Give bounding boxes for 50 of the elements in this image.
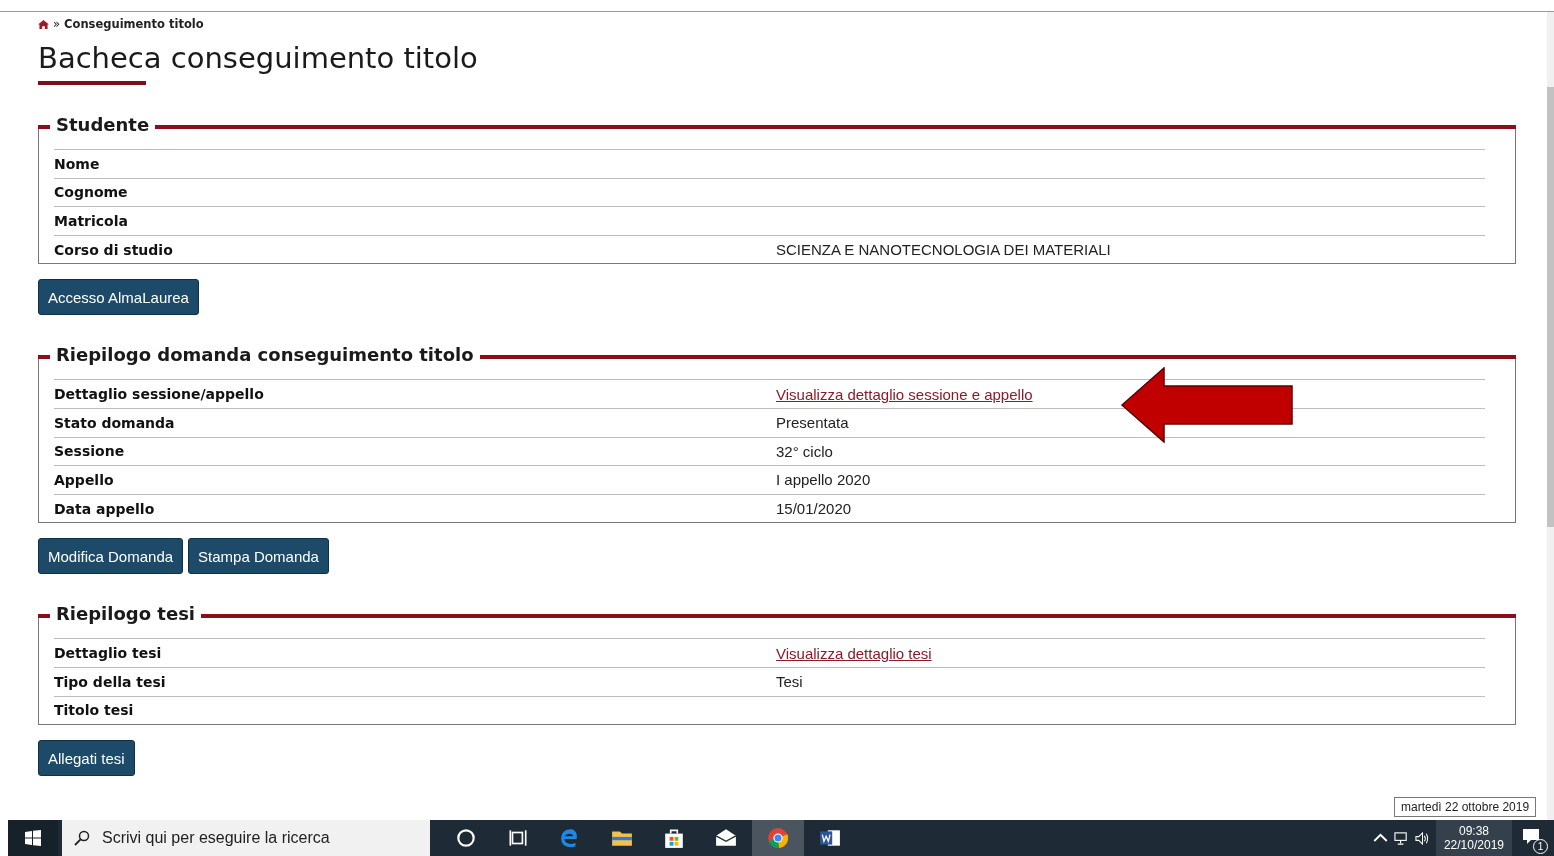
field-label: Stato domanda xyxy=(54,414,175,431)
scrollbar[interactable] xyxy=(1547,12,1554,820)
start-button[interactable] xyxy=(8,820,58,856)
detail-link[interactable]: Visualizza dettaglio tesi xyxy=(776,644,932,662)
home-icon[interactable] xyxy=(38,19,49,29)
field-label: Cognome xyxy=(54,184,128,201)
field-label: Corso di studio xyxy=(54,241,173,258)
breadcrumb-current: Conseguimento titolo xyxy=(64,17,204,31)
field-value: I appello 2020 xyxy=(776,471,871,489)
section-title: Riepilogo tesi xyxy=(55,604,197,625)
envelope-icon[interactable] xyxy=(715,827,737,849)
field-value: 15/01/2020 xyxy=(776,500,852,518)
speaker-icon[interactable] xyxy=(1414,830,1430,846)
field-value: Presentata xyxy=(776,414,849,432)
section-title: Studente xyxy=(55,115,151,135)
action-button[interactable]: Allegati tesi xyxy=(38,740,135,777)
detail-link[interactable]: Visualizza dettaglio sessione e appello xyxy=(776,385,1033,403)
shopping-bag-icon[interactable] xyxy=(663,827,685,849)
windows-icon xyxy=(25,830,41,846)
search-field[interactable]: Scrivi qui per eseguire la ricerca xyxy=(62,820,430,856)
action-button[interactable]: Accesso AlmaLaurea xyxy=(38,279,199,316)
field-value: 32° ciclo xyxy=(776,442,833,460)
field-label: Dettaglio tesi xyxy=(54,645,162,662)
field-label: Appello xyxy=(54,471,114,488)
chrome-icon[interactable] xyxy=(767,827,789,849)
field-label: Tipo della tesi xyxy=(54,673,166,690)
page-title: Bacheca conseguimento titolo xyxy=(38,40,479,77)
clock-date: 22/10/2019 xyxy=(1443,838,1504,852)
section-title: Riepilogo domanda conseguimento titolo xyxy=(55,345,475,366)
circle-icon[interactable] xyxy=(455,827,477,849)
date-tooltip: martedì 22 ottobre 2019 xyxy=(1394,797,1537,817)
field-label: Dettaglio sessione/appello xyxy=(54,386,264,403)
word-icon[interactable] xyxy=(819,827,841,849)
field-label: Sessione xyxy=(54,443,125,460)
search-icon xyxy=(74,830,90,846)
field-label: Titolo tesi xyxy=(54,702,134,719)
field-label: Nome xyxy=(54,155,100,172)
notification-icon[interactable] xyxy=(1522,828,1540,846)
notification-count: 1 xyxy=(1533,839,1548,854)
action-button[interactable]: Modifica Domanda xyxy=(38,538,184,575)
clock-time: 09:38 xyxy=(1458,824,1489,838)
task-view-icon[interactable] xyxy=(507,827,529,849)
field-value: SCIENZA E NANOTECNOLOGIA DEI MATERIALI xyxy=(776,241,1111,259)
clock[interactable]: 09:38 22/10/2019 xyxy=(1435,820,1512,856)
breadcrumb-separator: » xyxy=(53,17,61,31)
action-button[interactable]: Stampa Domanda xyxy=(188,538,329,575)
field-value: Tesi xyxy=(776,673,803,691)
network-icon[interactable] xyxy=(1393,830,1409,846)
field-label: Matricola xyxy=(54,213,128,229)
field-label: Data appello xyxy=(54,500,155,517)
